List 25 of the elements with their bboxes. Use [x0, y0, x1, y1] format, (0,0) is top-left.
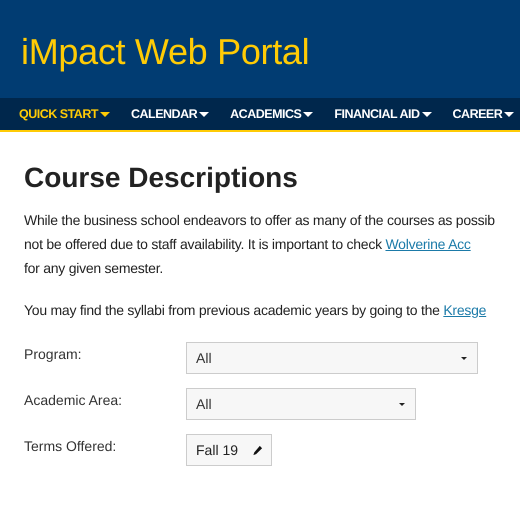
- select-field[interactable]: All: [186, 342, 478, 374]
- caret-icon: [303, 112, 314, 116]
- nav-item[interactable]: ACADEMICS: [230, 107, 314, 121]
- field-label: Academic Area:: [24, 391, 124, 408]
- caret-icon: [422, 112, 432, 116]
- select-field[interactable]: All: [186, 388, 416, 420]
- nav-item[interactable]: CALENDAR: [131, 107, 210, 121]
- field-label: Program:: [24, 345, 83, 362]
- term-button[interactable]: Fall 19: [186, 434, 272, 466]
- caret-icon: [504, 112, 514, 116]
- nav-item[interactable]: CAREER: [452, 107, 514, 121]
- site-title[interactable]: iMpact Web Portal: [21, 25, 310, 73]
- link[interactable]: Wolverine Acc: [385, 236, 471, 252]
- pencil-icon: [252, 444, 264, 456]
- caret-icon: [461, 356, 467, 360]
- nav-item[interactable]: QUICK START: [19, 107, 110, 121]
- caret-icon: [199, 112, 210, 116]
- field-label: Terms Offered:: [24, 437, 118, 454]
- paragraph: While the business school endeavors to offer as many of the courses as possib not be offered due to staff availability. It is important to check Wolverine Acc for any given semester.: [24, 211, 496, 278]
- link[interactable]: Kresge: [443, 302, 486, 318]
- paragraph: You may find the syllabi from previous academic years by going to the Kresge: [24, 301, 488, 320]
- page-heading: Course Descriptions: [24, 162, 299, 194]
- caret-icon: [399, 402, 405, 406]
- nav-item[interactable]: FINANCIAL AID: [334, 107, 432, 121]
- caret-icon: [100, 112, 110, 116]
